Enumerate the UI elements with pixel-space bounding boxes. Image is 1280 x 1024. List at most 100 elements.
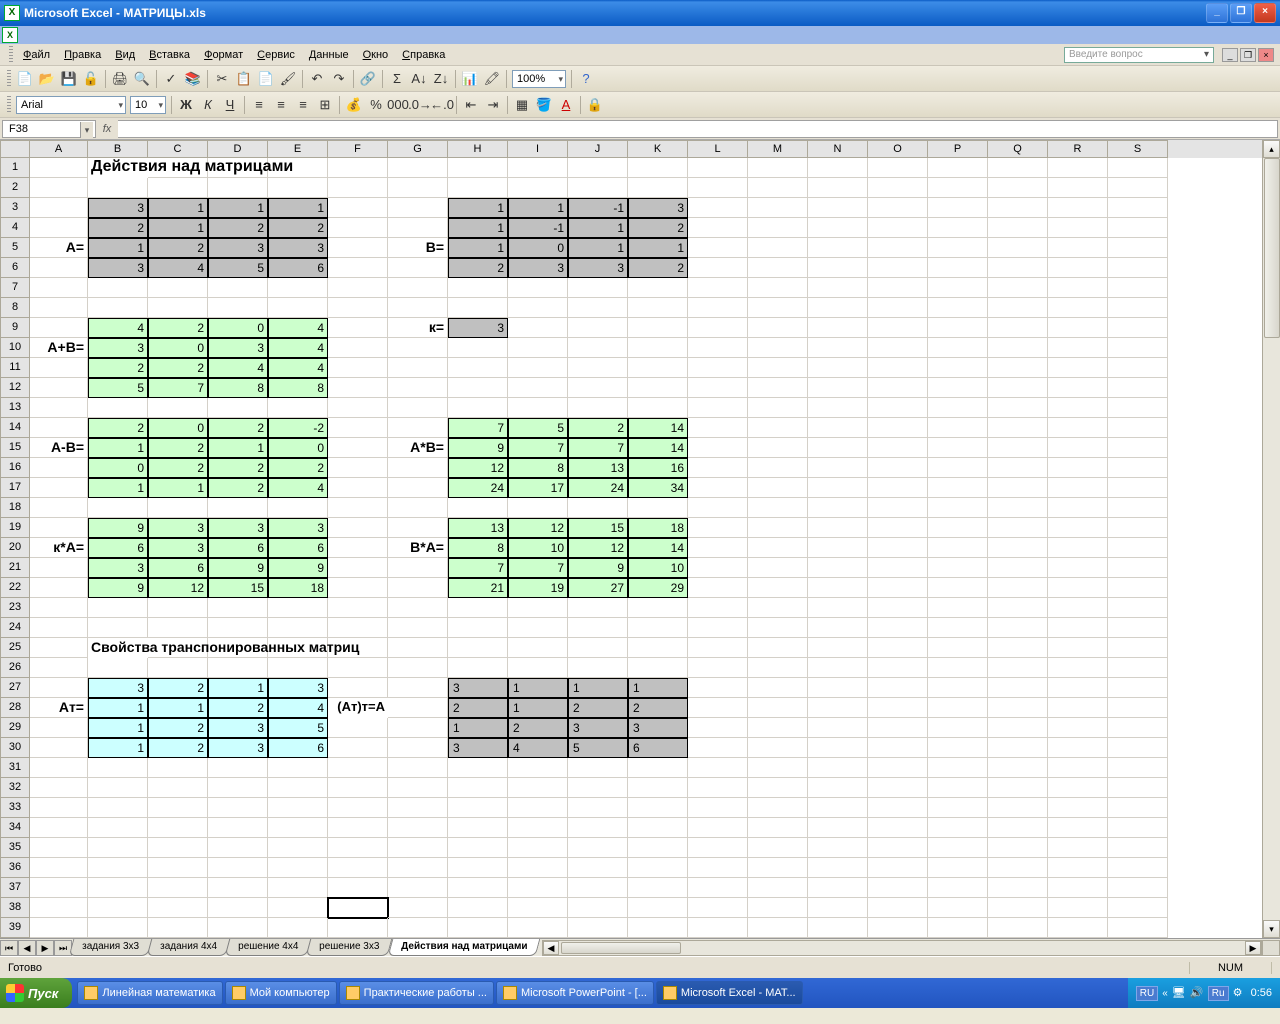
cell-C32[interactable] (148, 778, 208, 798)
cell-R37[interactable] (1048, 878, 1108, 898)
cell-R24[interactable] (1048, 618, 1108, 638)
cell-L31[interactable] (688, 758, 748, 778)
cell-S11[interactable] (1108, 358, 1168, 378)
cell-S36[interactable] (1108, 858, 1168, 878)
cell-P37[interactable] (928, 878, 988, 898)
cell-K37[interactable] (628, 878, 688, 898)
cell-Q10[interactable] (988, 338, 1048, 358)
cell-Q4[interactable] (988, 218, 1048, 238)
cell-R32[interactable] (1048, 778, 1108, 798)
cell-D21[interactable]: 9 (208, 558, 268, 578)
cell-B31[interactable] (88, 758, 148, 778)
cell-E8[interactable] (268, 298, 328, 318)
cell-F27[interactable] (328, 678, 388, 698)
cell-F21[interactable] (328, 558, 388, 578)
cell-C39[interactable] (148, 918, 208, 938)
cell-J6[interactable]: 3 (568, 258, 628, 278)
cell-S21[interactable] (1108, 558, 1168, 578)
cell-G36[interactable] (388, 858, 448, 878)
cell-B23[interactable] (88, 598, 148, 618)
cell-S19[interactable] (1108, 518, 1168, 538)
cell-C3[interactable]: 1 (148, 198, 208, 218)
hyperlink-button[interactable]: 🔗 (357, 68, 379, 90)
cell-N38[interactable] (808, 898, 868, 918)
cell-C37[interactable] (148, 878, 208, 898)
cell-I17[interactable]: 17 (508, 478, 568, 498)
cell-N17[interactable] (808, 478, 868, 498)
cell-E5[interactable]: 3 (268, 238, 328, 258)
cell-D7[interactable] (208, 278, 268, 298)
row-header-19[interactable]: 19 (0, 518, 30, 538)
cell-B29[interactable]: 1 (88, 718, 148, 738)
row-header-25[interactable]: 25 (0, 638, 30, 658)
cell-R18[interactable] (1048, 498, 1108, 518)
cell-D19[interactable]: 3 (208, 518, 268, 538)
cell-I27[interactable]: 1 (508, 678, 568, 698)
cell-P7[interactable] (928, 278, 988, 298)
cell-C13[interactable] (148, 398, 208, 418)
cell-Q18[interactable] (988, 498, 1048, 518)
cell-I35[interactable] (508, 838, 568, 858)
cell-I33[interactable] (508, 798, 568, 818)
cell-D24[interactable] (208, 618, 268, 638)
cell-I3[interactable]: 1 (508, 198, 568, 218)
cell-C24[interactable] (148, 618, 208, 638)
col-header-A[interactable]: A (30, 140, 88, 158)
cell-G15[interactable]: A*B= (388, 438, 448, 458)
cell-N4[interactable] (808, 218, 868, 238)
cell-O24[interactable] (868, 618, 928, 638)
menu-Вставка[interactable]: Вставка (142, 47, 197, 63)
row-header-22[interactable]: 22 (0, 578, 30, 598)
cell-J9[interactable] (568, 318, 628, 338)
cell-E11[interactable]: 4 (268, 358, 328, 378)
cell-A6[interactable] (30, 258, 88, 278)
cell-A16[interactable] (30, 458, 88, 478)
cell-K8[interactable] (628, 298, 688, 318)
cell-E23[interactable] (268, 598, 328, 618)
cell-B15[interactable]: 1 (88, 438, 148, 458)
cell-N26[interactable] (808, 658, 868, 678)
cell-M21[interactable] (748, 558, 808, 578)
minimize-button[interactable]: _ (1206, 3, 1228, 23)
cell-K24[interactable] (628, 618, 688, 638)
col-header-N[interactable]: N (808, 140, 868, 158)
cell-S22[interactable] (1108, 578, 1168, 598)
cell-G21[interactable] (388, 558, 448, 578)
taskbar-item[interactable]: Линейная математика (77, 981, 222, 1005)
cell-K19[interactable]: 18 (628, 518, 688, 538)
row-header-5[interactable]: 5 (0, 238, 30, 258)
cell-E27[interactable]: 3 (268, 678, 328, 698)
cell-L9[interactable] (688, 318, 748, 338)
cell-K23[interactable] (628, 598, 688, 618)
redo-button[interactable]: ↷ (328, 68, 350, 90)
cell-Q12[interactable] (988, 378, 1048, 398)
cell-A32[interactable] (30, 778, 88, 798)
cell-H17[interactable]: 24 (448, 478, 508, 498)
cell-R10[interactable] (1048, 338, 1108, 358)
cell-F5[interactable] (328, 238, 388, 258)
cell-C15[interactable]: 2 (148, 438, 208, 458)
row-header-15[interactable]: 15 (0, 438, 30, 458)
cell-A26[interactable] (30, 658, 88, 678)
cell-Q14[interactable] (988, 418, 1048, 438)
cell-R5[interactable] (1048, 238, 1108, 258)
cell-I7[interactable] (508, 278, 568, 298)
cell-O17[interactable] (868, 478, 928, 498)
col-header-H[interactable]: H (448, 140, 508, 158)
menu-Окно[interactable]: Окно (356, 47, 396, 63)
cell-L19[interactable] (688, 518, 748, 538)
cell-L32[interactable] (688, 778, 748, 798)
cell-I30[interactable]: 4 (508, 738, 568, 758)
language-indicator-2[interactable]: Ru (1208, 986, 1229, 1001)
cell-J1[interactable] (568, 158, 628, 178)
cell-H21[interactable]: 7 (448, 558, 508, 578)
cell-H32[interactable] (448, 778, 508, 798)
cell-J38[interactable] (568, 898, 628, 918)
row-header-32[interactable]: 32 (0, 778, 30, 798)
cell-F7[interactable] (328, 278, 388, 298)
cell-N7[interactable] (808, 278, 868, 298)
cell-I25[interactable] (508, 638, 568, 658)
cell-B34[interactable] (88, 818, 148, 838)
cell-F20[interactable] (328, 538, 388, 558)
cell-Q27[interactable] (988, 678, 1048, 698)
